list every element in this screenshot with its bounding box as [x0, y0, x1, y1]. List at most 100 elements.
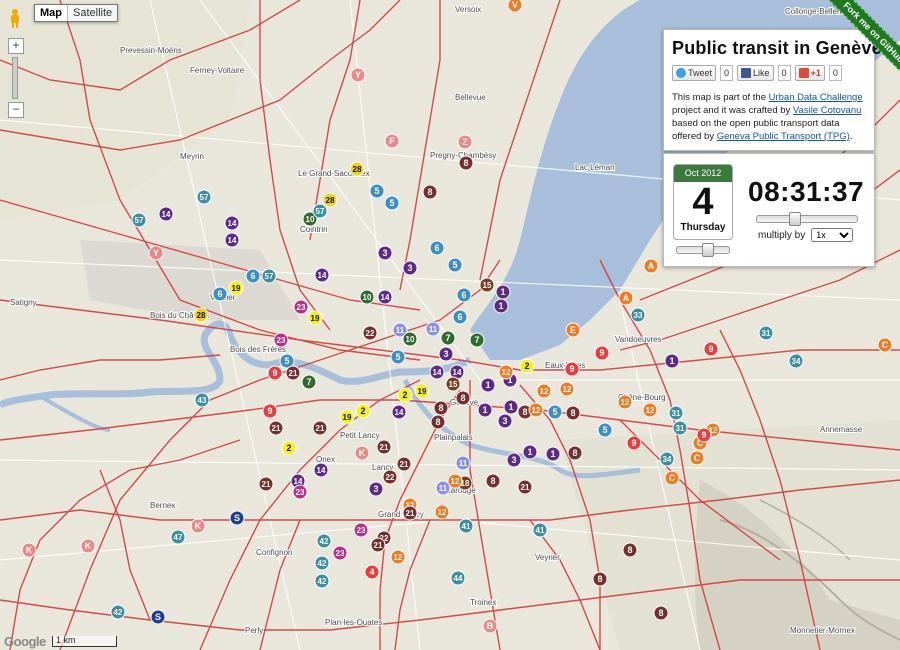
transit-vehicle-marker[interactable]: 8	[565, 405, 581, 421]
transit-vehicle-marker[interactable]: 8	[422, 184, 438, 200]
transit-vehicle-marker[interactable]: 28	[193, 307, 209, 323]
fork-me-label[interactable]: Fork me on GitHub	[827, 0, 900, 79]
transit-vehicle-marker[interactable]: A	[618, 290, 634, 306]
transit-vehicle-marker[interactable]: 21	[517, 479, 533, 495]
transit-vehicle-marker[interactable]: 14	[391, 404, 407, 420]
transit-vehicle-marker[interactable]: 41	[458, 518, 474, 534]
transit-vehicle-marker[interactable]: 8	[653, 605, 669, 621]
transit-vehicle-marker[interactable]: S	[229, 510, 245, 526]
transit-vehicle-marker[interactable]: K	[354, 445, 370, 461]
transit-vehicle-marker[interactable]: Y	[350, 67, 366, 83]
time-slider[interactable]	[756, 212, 858, 226]
transit-vehicle-marker[interactable]: 22	[382, 469, 398, 485]
transit-vehicle-marker[interactable]: 57	[196, 189, 212, 205]
transit-vehicle-marker[interactable]: 34	[788, 353, 804, 369]
transit-vehicle-marker[interactable]: 10	[402, 331, 418, 347]
transit-vehicle-marker[interactable]: C	[877, 337, 893, 353]
transit-vehicle-marker[interactable]: 23	[353, 522, 369, 538]
transit-vehicle-marker[interactable]: 8	[430, 414, 446, 430]
transit-vehicle-marker[interactable]: 41	[532, 522, 548, 538]
transit-vehicle-marker[interactable]: 2	[397, 387, 413, 403]
transit-vehicle-marker[interactable]: 14	[429, 364, 445, 380]
transit-vehicle-marker[interactable]: C	[664, 470, 680, 486]
transit-vehicle-marker[interactable]: 6	[452, 309, 468, 325]
transit-vehicle-marker[interactable]: K	[80, 538, 96, 554]
transit-vehicle-marker[interactable]: 1	[503, 399, 519, 415]
transit-vehicle-marker[interactable]: 6	[245, 268, 261, 284]
github-ribbon[interactable]: Fork me on GitHub	[820, 0, 900, 80]
transit-vehicle-marker[interactable]: 22	[362, 325, 378, 341]
transit-vehicle-marker[interactable]: 28	[349, 161, 365, 177]
facebook-like-button[interactable]: Like	[737, 65, 774, 81]
transit-vehicle-marker[interactable]: V	[507, 0, 523, 13]
tweet-button[interactable]: Tweet	[672, 65, 717, 81]
transit-vehicle-marker[interactable]: 7	[301, 374, 317, 390]
transit-vehicle-marker[interactable]: 1	[477, 402, 493, 418]
transit-vehicle-marker[interactable]: 31	[668, 405, 684, 421]
transit-vehicle-marker[interactable]: 42	[316, 533, 332, 549]
transit-vehicle-marker[interactable]: 6	[212, 286, 228, 302]
transit-vehicle-marker[interactable]: 8	[433, 400, 449, 416]
tpg-link[interactable]: Geneva Public Transport (TPG)	[717, 131, 850, 142]
transit-vehicle-marker[interactable]: 42	[110, 604, 126, 620]
transit-vehicle-marker[interactable]: E	[565, 322, 581, 338]
transit-vehicle-marker[interactable]: 14	[314, 267, 330, 283]
transit-vehicle-marker[interactable]: 3	[438, 346, 454, 362]
transit-vehicle-marker[interactable]: 9	[703, 341, 719, 357]
transit-vehicle-marker[interactable]: 6	[456, 287, 472, 303]
transit-vehicle-marker[interactable]: 3	[402, 260, 418, 276]
transit-vehicle-marker[interactable]: S	[150, 609, 166, 625]
transit-vehicle-marker[interactable]: 47	[170, 529, 186, 545]
transit-vehicle-marker[interactable]: 15	[479, 277, 495, 293]
transit-vehicle-marker[interactable]: 23	[273, 332, 289, 348]
transit-vehicle-marker[interactable]: 2	[281, 440, 297, 456]
transit-vehicle-marker[interactable]: 7	[440, 330, 456, 346]
transit-vehicle-marker[interactable]: 6	[429, 240, 445, 256]
date-slider[interactable]	[676, 243, 730, 257]
transit-vehicle-marker[interactable]: 42	[314, 555, 330, 571]
transit-vehicle-marker[interactable]: 15	[445, 376, 461, 392]
transit-vehicle-marker[interactable]: 21	[396, 456, 412, 472]
transit-vehicle-marker[interactable]: 3	[377, 245, 393, 261]
transit-vehicle-marker[interactable]: 19	[414, 383, 430, 399]
transit-vehicle-marker[interactable]: 43	[194, 392, 210, 408]
transit-vehicle-marker[interactable]: 8	[455, 390, 471, 406]
transit-vehicle-marker[interactable]: F	[384, 133, 400, 149]
transit-vehicle-marker[interactable]: 9	[626, 435, 642, 451]
transit-vehicle-marker[interactable]: 21	[258, 476, 274, 492]
transit-vehicle-marker[interactable]: 8	[485, 473, 501, 489]
transit-vehicle-marker[interactable]: 5	[447, 257, 463, 273]
transit-vehicle-marker[interactable]: 23	[332, 545, 348, 561]
transit-vehicle-marker[interactable]: 1	[664, 353, 680, 369]
transit-vehicle-marker[interactable]: 9	[696, 427, 712, 443]
transit-vehicle-marker[interactable]: 31	[672, 420, 688, 436]
transit-vehicle-marker[interactable]: 1	[545, 446, 561, 462]
urban-data-challenge-link[interactable]: Urban Data Challenge	[769, 92, 863, 103]
transit-vehicle-marker[interactable]: A	[643, 258, 659, 274]
transit-vehicle-marker[interactable]: Z	[457, 134, 473, 150]
transit-vehicle-marker[interactable]: 42	[314, 573, 330, 589]
transit-vehicle-marker[interactable]: 9	[564, 361, 580, 377]
transit-vehicle-marker[interactable]: 9	[267, 365, 283, 381]
zoom-out-button[interactable]: −	[8, 102, 24, 118]
transit-vehicle-marker[interactable]: 14	[224, 215, 240, 231]
transit-vehicle-marker[interactable]: 14	[224, 232, 240, 248]
transit-vehicle-marker[interactable]: 23	[293, 299, 309, 315]
transit-vehicle-marker[interactable]: 1	[495, 284, 511, 300]
transit-vehicle-marker[interactable]: 31	[758, 325, 774, 341]
transit-vehicle-marker[interactable]: 34	[659, 451, 675, 467]
transit-vehicle-marker[interactable]: 19	[228, 280, 244, 296]
transit-vehicle-marker[interactable]: 12	[528, 402, 544, 418]
transit-vehicle-marker[interactable]: 5	[369, 183, 385, 199]
transit-vehicle-marker[interactable]: 8	[622, 542, 638, 558]
map-type-satellite-button[interactable]: Satellite	[68, 5, 118, 21]
transit-vehicle-marker[interactable]: 12	[434, 504, 450, 520]
transit-vehicle-marker[interactable]: 14	[158, 206, 174, 222]
transit-vehicle-marker[interactable]: 21	[312, 420, 328, 436]
transit-vehicle-marker[interactable]: 12	[498, 364, 514, 380]
transit-vehicle-marker[interactable]: 1	[522, 444, 538, 460]
transit-vehicle-marker[interactable]: 11	[455, 455, 471, 471]
transit-vehicle-marker[interactable]: 3	[497, 413, 513, 429]
zoom-in-button[interactable]: +	[8, 38, 24, 54]
transit-vehicle-marker[interactable]: 1	[480, 377, 496, 393]
